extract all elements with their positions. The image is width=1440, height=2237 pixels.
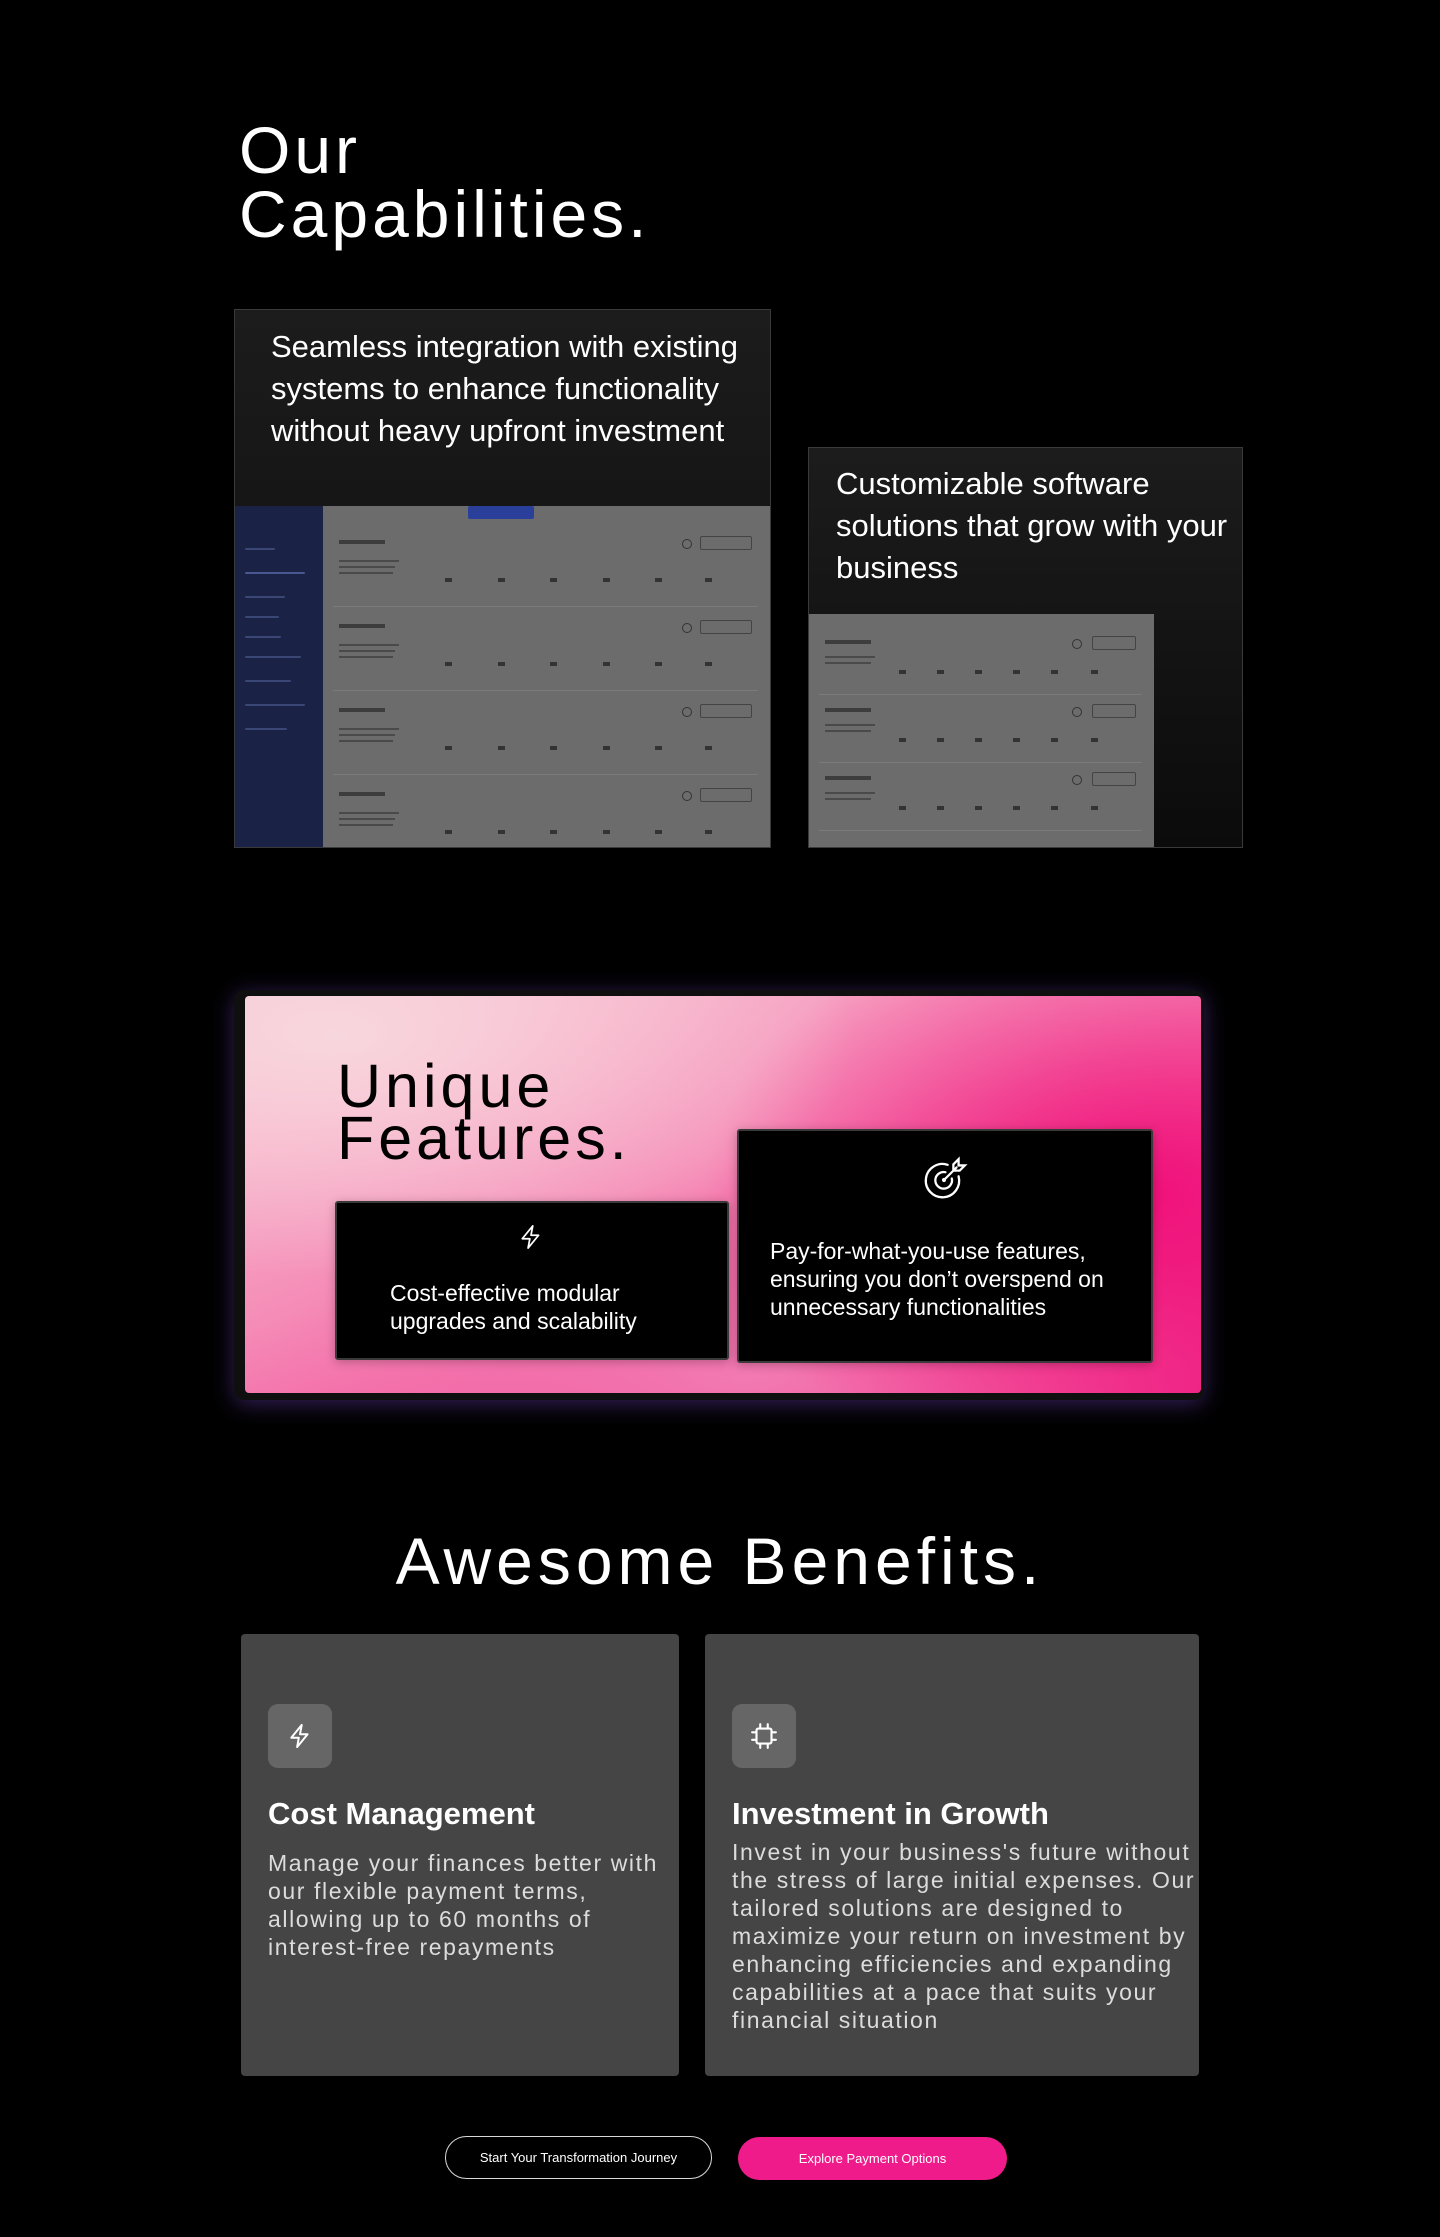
lightning-icon [517, 1223, 545, 1256]
start-journey-button[interactable]: Start Your Transformation Journey [445, 2136, 712, 2179]
dashboard-main [809, 614, 1154, 847]
benefit-card-body: Manage your finances better with our fle… [268, 1850, 659, 1960]
target-arrow-icon [919, 1155, 969, 1210]
dashboard-row [819, 702, 1142, 763]
dashboard-screenshot [235, 506, 770, 847]
benefit-card-heading: Investment in Growth [732, 1796, 1049, 1831]
dashboard-sidebar [235, 506, 323, 847]
explore-payment-button[interactable]: Explore Payment Options [738, 2137, 1007, 2180]
feature-card-pay-per-use: Pay-for-what-you-use features, ensuring … [737, 1129, 1153, 1363]
dashboard-row [333, 702, 758, 775]
dashboard-row [819, 634, 1142, 695]
capabilities-title-line2: Capabilities. [239, 177, 651, 251]
chip-icon [732, 1704, 796, 1768]
dashboard-row [333, 786, 758, 847]
benefit-card-cost-management: Cost Management Manage your finances bet… [241, 1634, 679, 2076]
dashboard-screenshot [809, 614, 1154, 847]
capabilities-title: Our Capabilities. [239, 113, 651, 251]
unique-features-title-line2: Features. [337, 1104, 631, 1172]
capability-card-customizable: Customizable software solutions that gro… [808, 447, 1243, 848]
lightning-icon [268, 1704, 332, 1768]
benefit-card-investment-growth: Investment in Growth Invest in your busi… [705, 1634, 1199, 2076]
unique-features-title: Unique Features. [337, 1056, 631, 1172]
capability-card-text: Seamless integration with existing syste… [271, 329, 738, 448]
capability-card-text: Customizable software solutions that gro… [836, 466, 1228, 585]
capability-card-integration: Seamless integration with existing syste… [234, 309, 771, 848]
dashboard-row [819, 770, 1142, 831]
feature-card-text: Pay-for-what-you-use features, ensuring … [770, 1238, 1104, 1320]
benefit-card-heading: Cost Management [268, 1796, 535, 1831]
dashboard-row [333, 618, 758, 691]
feature-card-modular: Cost-effective modular upgrades and scal… [335, 1201, 729, 1360]
dashboard-main [323, 506, 770, 847]
benefit-card-body: Invest in your business's future without… [732, 1839, 1196, 2033]
dashboard-row [333, 534, 758, 607]
dashboard-search-button [468, 506, 534, 519]
feature-card-text: Cost-effective modular upgrades and scal… [390, 1280, 637, 1334]
capabilities-title-line1: Our [239, 113, 362, 187]
benefits-title: Awesome Benefits. [395, 1524, 1045, 1598]
